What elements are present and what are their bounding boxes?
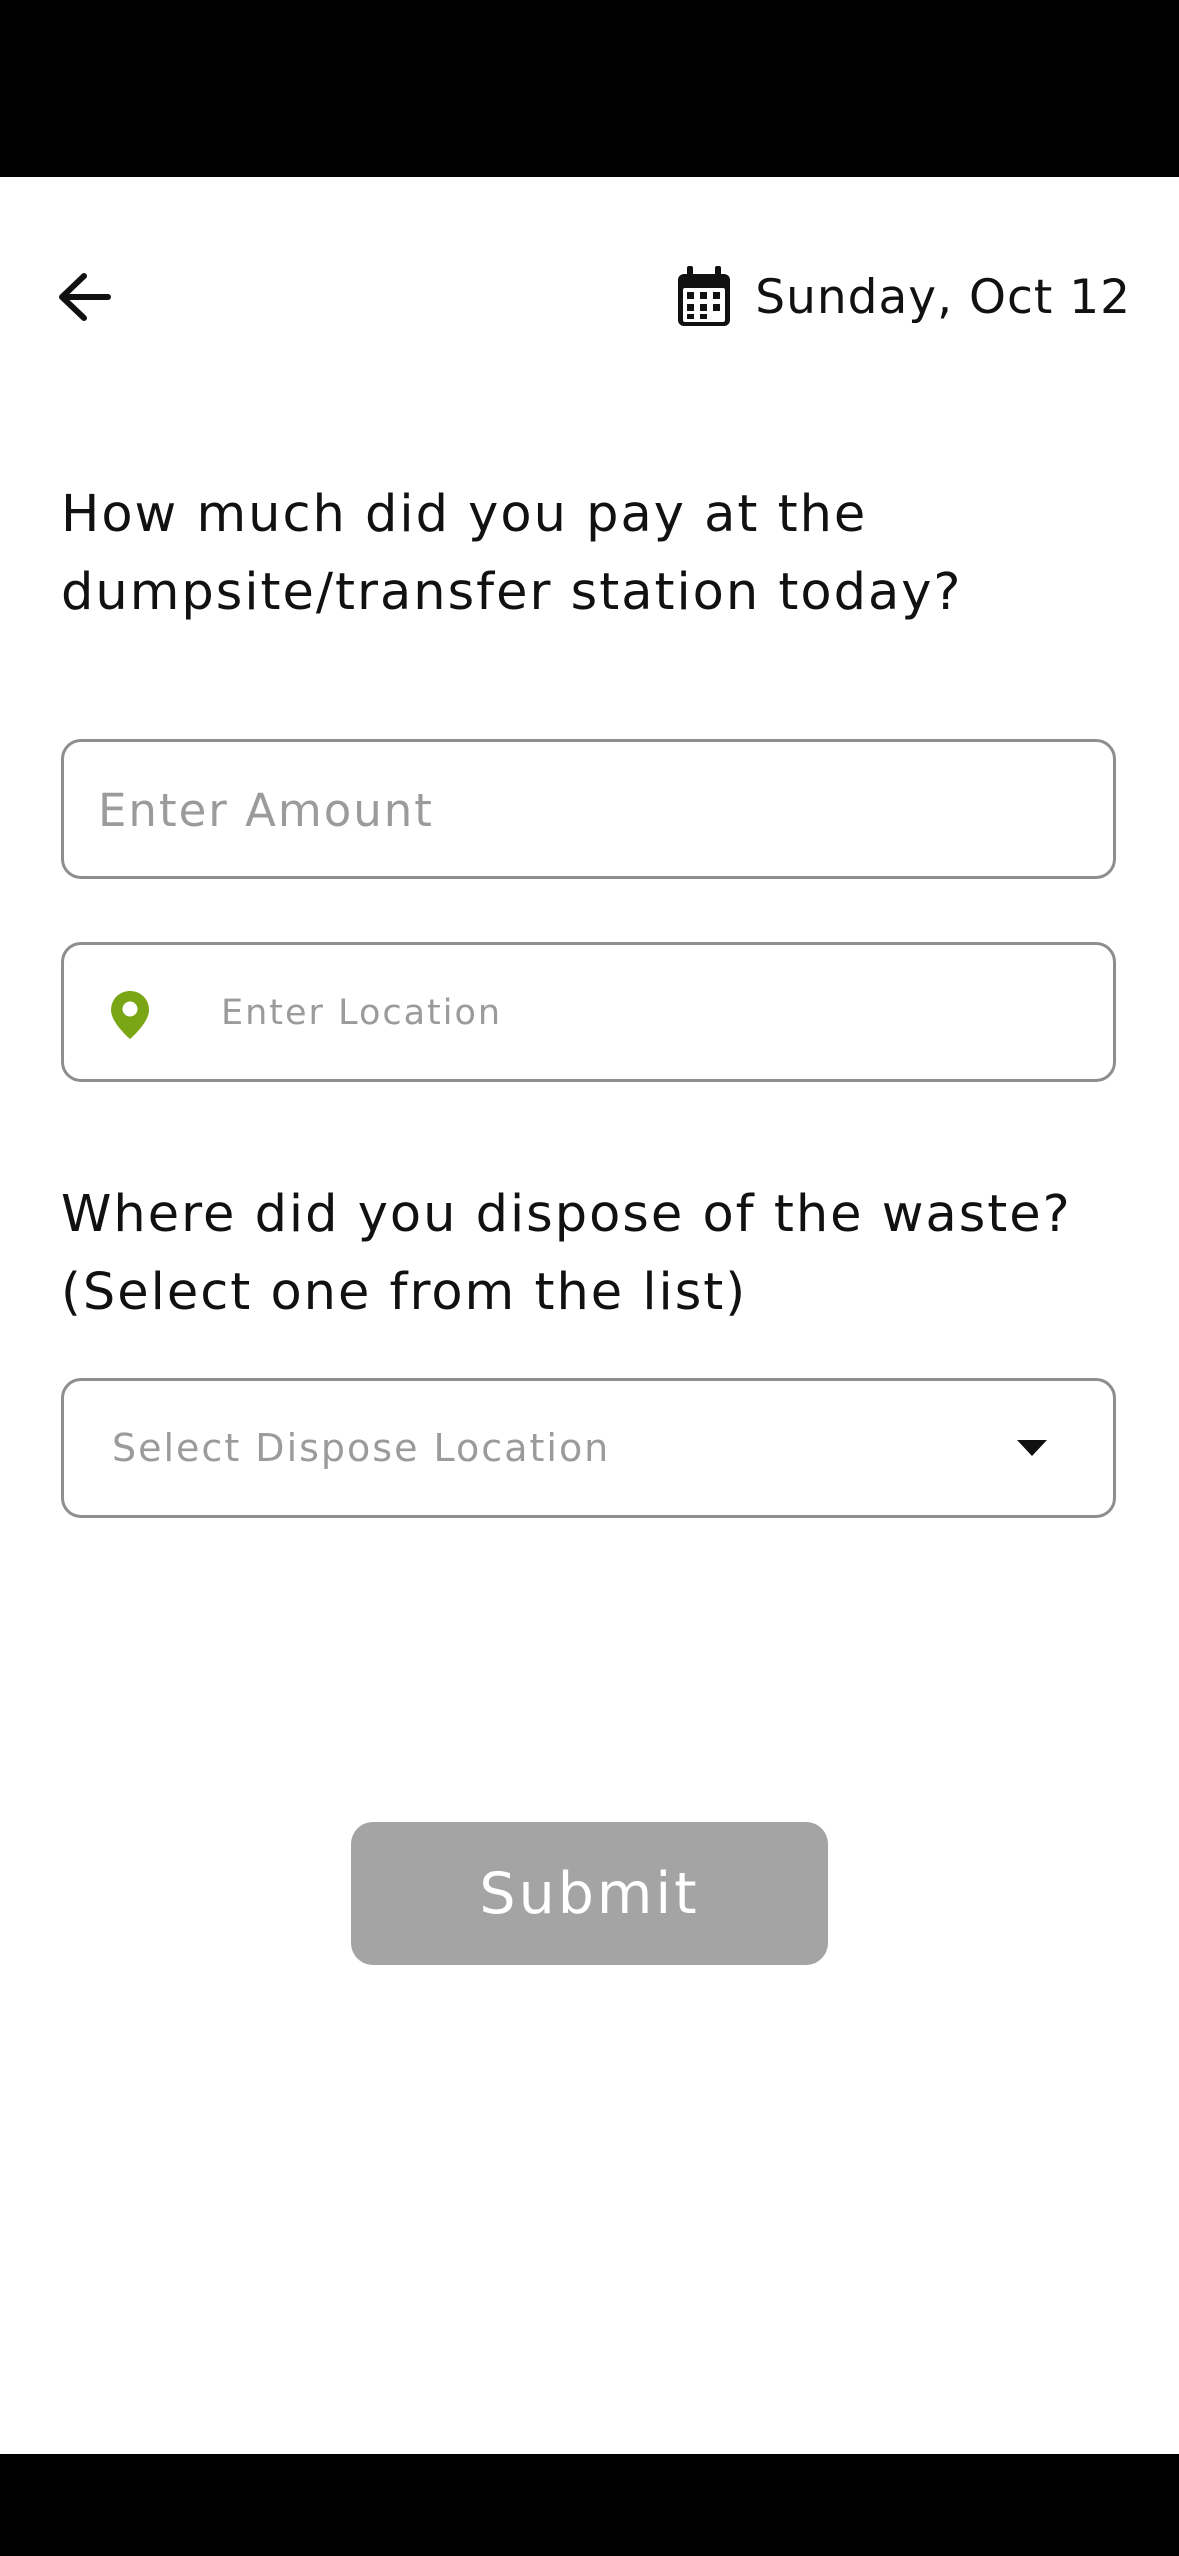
amount-input[interactable] (96, 742, 1080, 878)
location-field[interactable] (61, 942, 1116, 1082)
chevron-down-icon (1017, 1440, 1047, 1456)
arrow-left-icon (59, 273, 111, 321)
payment-question: How much did you pay at the dumpsite/tra… (61, 485, 963, 622)
date-label: Sunday, Oct 12 (755, 269, 1131, 325)
amount-field[interactable] (61, 739, 1116, 879)
submit-button[interactable]: Submit (351, 1822, 828, 1965)
dispose-question: Where did you dispose of the waste? (Sel… (61, 1185, 1072, 1322)
date-display[interactable]: Sunday, Oct 12 (675, 262, 1131, 332)
dispose-select-placeholder: Select Dispose Location (112, 1426, 611, 1470)
location-input[interactable] (219, 945, 1083, 1081)
back-button[interactable] (44, 252, 124, 342)
status-bar (0, 0, 1179, 177)
location-pin-icon (111, 991, 149, 1039)
navigation-bar (0, 2454, 1179, 2556)
calendar-icon (675, 265, 733, 329)
dispose-location-select[interactable]: Select Dispose Location (61, 1378, 1116, 1518)
